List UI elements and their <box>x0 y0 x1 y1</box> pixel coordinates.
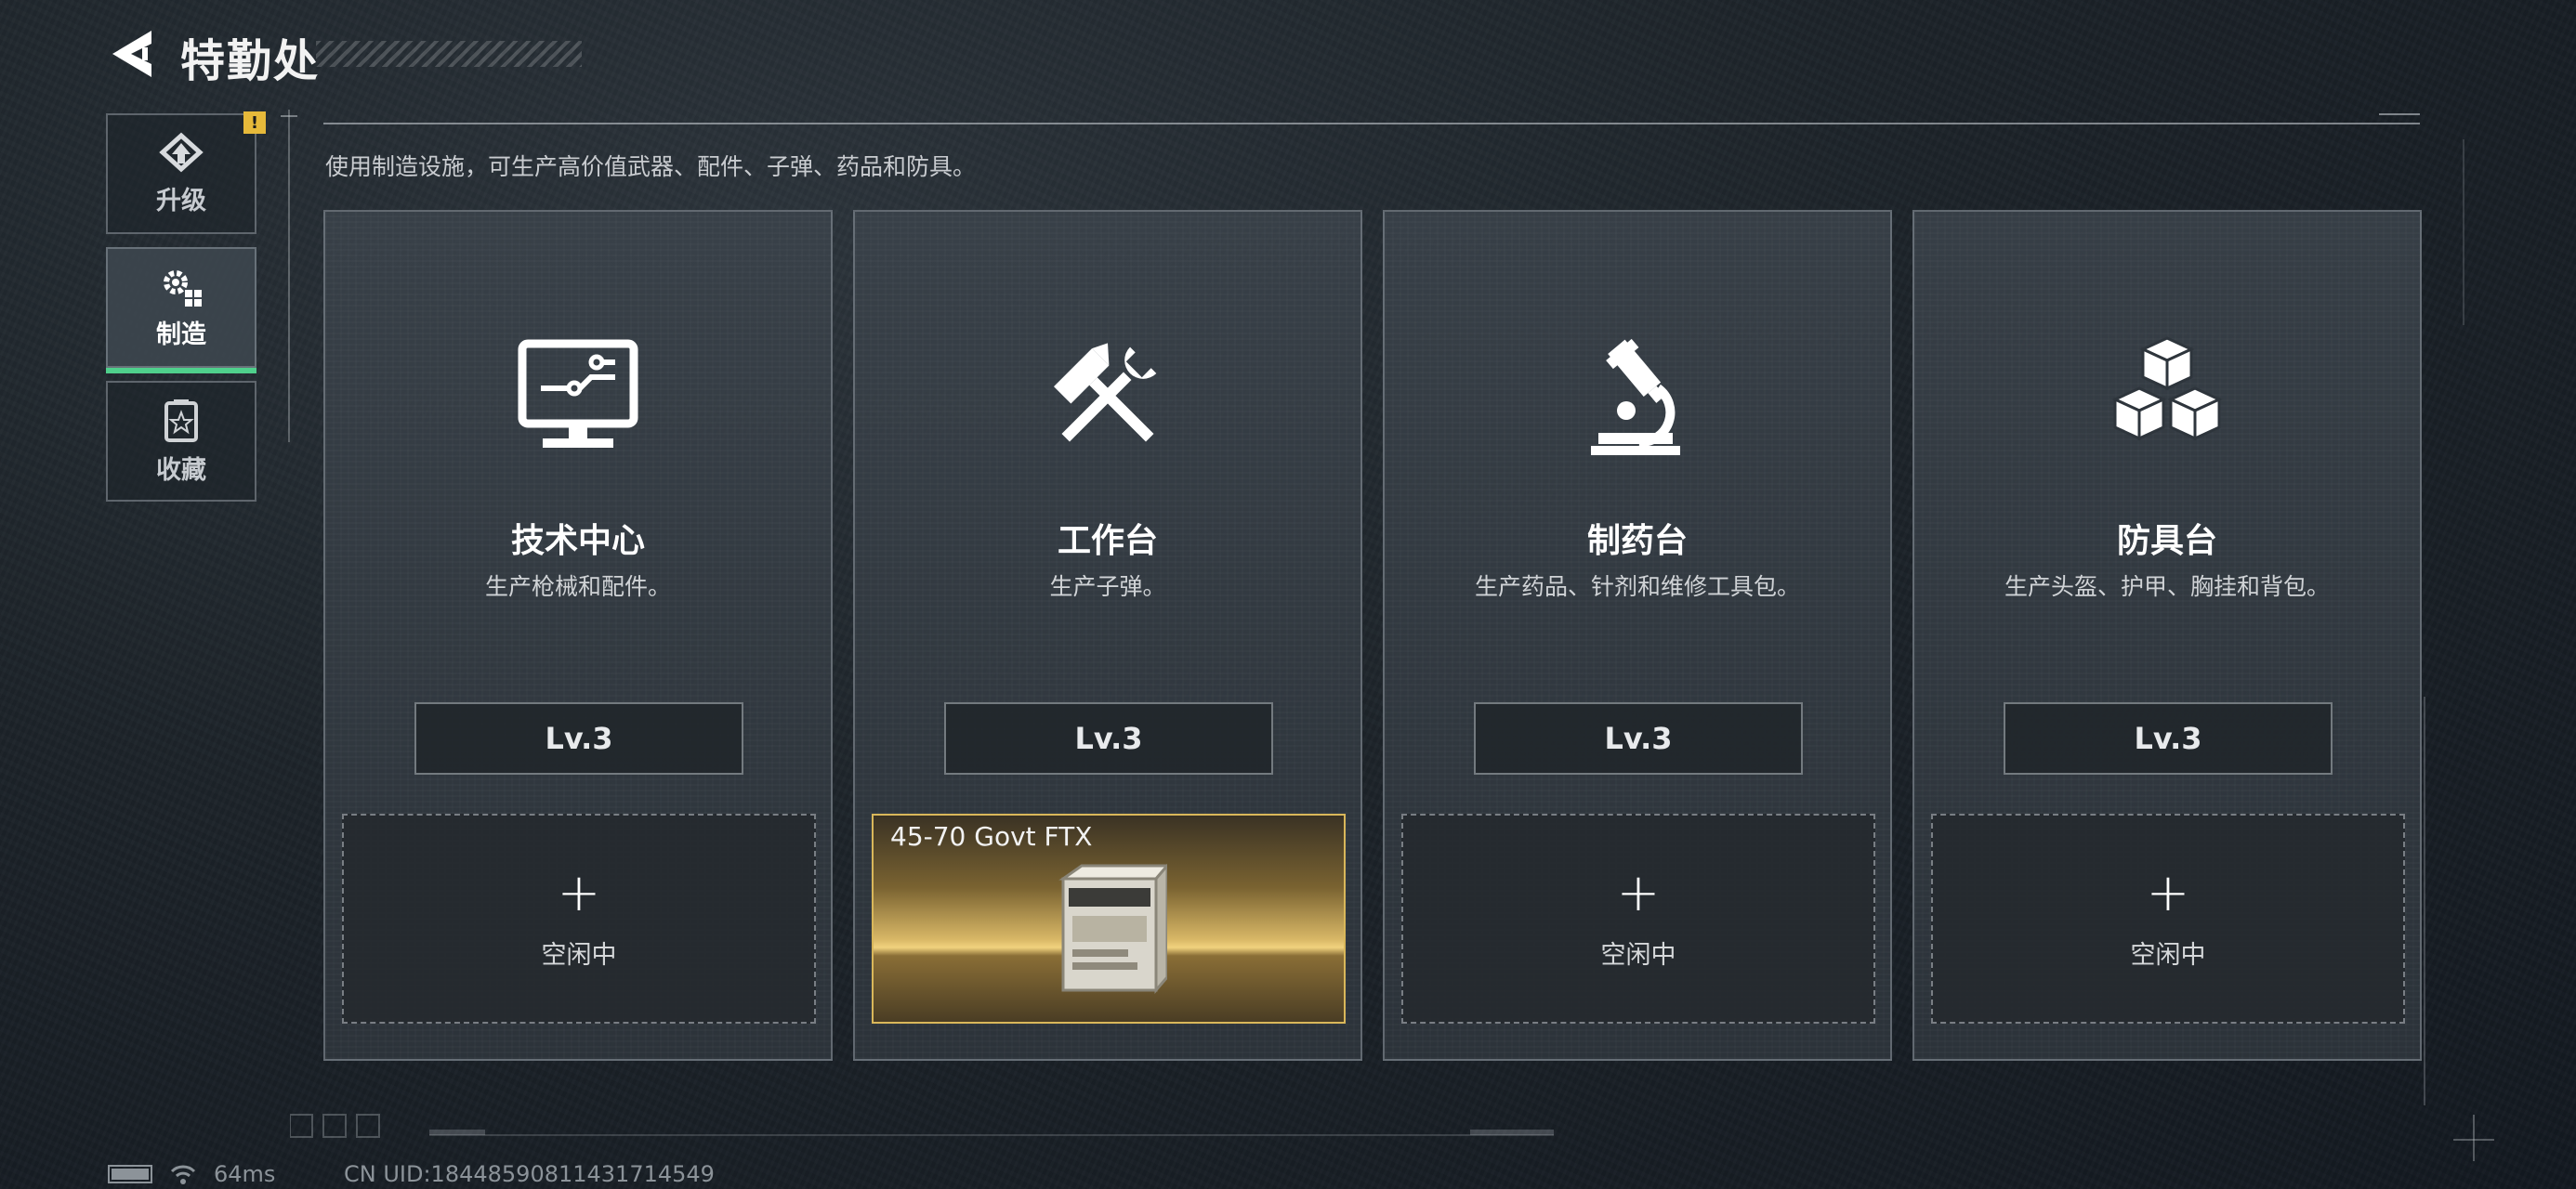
tab-craft-label: 制造 <box>156 320 206 349</box>
wifi-icon <box>170 1165 196 1184</box>
status-bar: 64ms <box>108 1161 275 1187</box>
craft-slot-empty[interactable]: + 空闲中 <box>1931 814 2405 1024</box>
monitor-icon <box>518 339 638 448</box>
user-uid: CN UID:18448590811431714549 <box>344 1161 715 1187</box>
station-level-button[interactable]: Lv.3 <box>1474 702 1803 775</box>
battery-icon <box>108 1165 152 1183</box>
header-divider <box>323 123 2420 124</box>
craft-slot-empty[interactable]: + 空闲中 <box>1401 814 1875 1024</box>
station-name: 工作台 <box>1057 522 1158 560</box>
station-name: 防具台 <box>2116 522 2217 560</box>
header-divider-accent <box>2379 113 2420 115</box>
upgrade-icon <box>159 132 204 172</box>
back-arrow-icon <box>112 31 151 77</box>
ammo-box-icon <box>1058 863 1167 995</box>
station-card-pharmacy[interactable]: 制药台 生产药品、针剂和维修工具包。 Lv.3 + 空闲中 <box>1383 210 1892 1061</box>
tab-upgrade[interactable]: ! 升级 <box>106 111 266 234</box>
notification-badge: ! <box>243 111 266 134</box>
back-button[interactable] <box>104 26 160 82</box>
slot-status: 空闲中 <box>541 940 617 970</box>
slot-status: 空闲中 <box>2130 940 2206 970</box>
decor-rail <box>2463 139 2464 325</box>
tab-upgrade-label: 升级 <box>156 186 206 216</box>
craft-gear-icon <box>164 269 202 307</box>
sidebar-divider-tick <box>281 115 297 117</box>
station-level-button[interactable]: Lv.3 <box>2004 702 2333 775</box>
craft-slot-active[interactable]: 45-70 Govt FTX <box>872 814 1346 1024</box>
craft-slot-empty[interactable]: + 空闲中 <box>342 814 816 1024</box>
microscope-icon <box>1591 338 1680 455</box>
add-icon: + <box>2146 862 2190 923</box>
page-description: 使用制造设施，可生产高价值武器、配件、子弹、药品和防具。 <box>325 153 977 180</box>
station-level-button[interactable]: Lv.3 <box>414 702 743 775</box>
decor-corner-v <box>2473 1115 2475 1161</box>
station-card-workbench[interactable]: 工作台 生产子弹。 Lv.3 45-70 Govt FTX <box>853 210 1362 1061</box>
title-decoration <box>316 41 582 67</box>
ping-value: 64ms <box>214 1161 276 1187</box>
station-description: 生产药品、针剂和维修工具包。 <box>1474 573 1800 600</box>
slot-status: 空闲中 <box>1600 940 1676 970</box>
crafting-item-name: 45-70 Govt FTX <box>890 821 1093 852</box>
tab-craft[interactable]: 制造 <box>106 247 256 373</box>
tab-collection-label: 收藏 <box>156 455 206 485</box>
collection-icon <box>164 399 198 442</box>
station-name: 制药台 <box>1586 522 1688 560</box>
page-title: 特勤处 <box>180 35 321 87</box>
cubes-icon <box>2111 336 2223 441</box>
station-level-button[interactable]: Lv.3 <box>944 702 1273 775</box>
station-card-tech-center[interactable]: 技术中心 生产枪械和配件。 Lv.3 + 空闲中 <box>323 210 833 1061</box>
decor-side-line <box>2424 697 2425 1105</box>
station-description: 生产子弹。 <box>1049 573 1166 600</box>
station-description: 生产头盔、护甲、胸挂和背包。 <box>2004 573 2330 600</box>
add-icon: + <box>557 862 601 923</box>
add-icon: + <box>1616 862 1661 923</box>
station-description: 生产枪械和配件。 <box>484 573 671 600</box>
tab-collection[interactable]: 收藏 <box>106 381 256 502</box>
station-card-armor[interactable]: 防具台 生产头盔、护甲、胸挂和背包。 Lv.3 + 空闲中 <box>1912 210 2422 1061</box>
bottom-decoration <box>290 1114 1554 1138</box>
sidebar-divider <box>288 110 290 442</box>
hammer-wrench-icon <box>1054 343 1157 442</box>
station-name: 技术中心 <box>510 522 645 560</box>
